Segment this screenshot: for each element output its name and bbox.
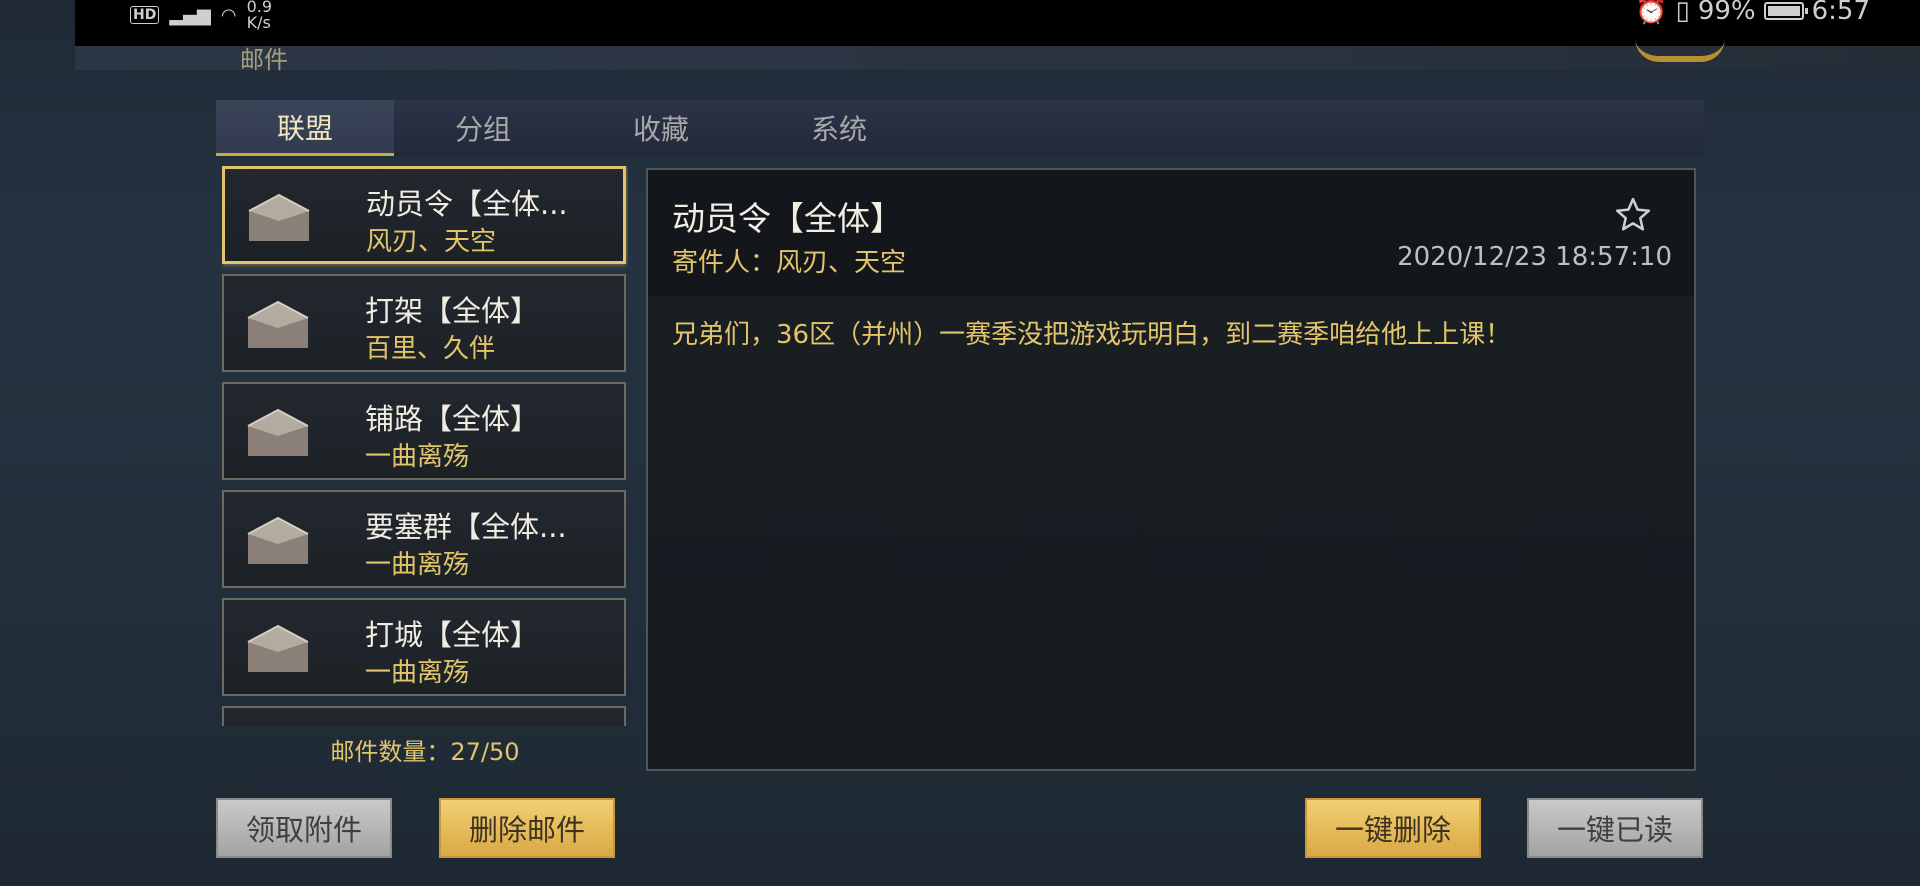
mail-sender: 风刃、天空 <box>366 227 497 257</box>
tab-system[interactable]: 系统 <box>750 100 928 156</box>
mail-title: 动员令【全体... <box>366 187 568 221</box>
claim-attachments-button[interactable]: 领取附件 <box>216 798 392 858</box>
battery-icon <box>1763 2 1808 20</box>
envelope-open-icon <box>248 193 310 241</box>
mail-list-item[interactable]: 打架【全体】 百里、久伴 <box>222 274 626 372</box>
mail-list[interactable]: 动员令【全体... 风刃、天空 打架【全体】 百里、久伴 铺路【全体】 一曲离殇… <box>222 166 628 726</box>
mail-title: 打架【全体】 <box>365 294 540 328</box>
mail-detail-body: 兄弟们，36区（并州）一赛季没把游戏玩明白，到二赛季咱给他上上课！ <box>672 320 1512 350</box>
mail-tab-bar: 联盟 分组 收藏 系统 <box>216 100 1704 156</box>
mail-detail-panel: 动员令【全体】 寄件人：风刃、天空 2020/12/23 18:57:10 兄弟… <box>646 168 1696 771</box>
mail-list-item[interactable]: 打城【全体】 一曲离殇 <box>222 598 626 696</box>
mail-title: 铺路【全体】 <box>365 402 540 436</box>
envelope-open-icon <box>247 624 309 672</box>
mail-title: 打城【全体】 <box>365 618 540 652</box>
mail-sender: 一曲离殇 <box>365 442 470 472</box>
mail-list-item[interactable]: 铺路【全体】 一曲离殇 <box>222 382 626 480</box>
mail-count: 邮件数量：27/50 <box>330 738 520 766</box>
wifi-icon: ◠ <box>220 4 237 26</box>
read-all-button[interactable]: 一键已读 <box>1527 798 1703 858</box>
tab-group[interactable]: 分组 <box>394 100 572 156</box>
status-bar-right: ⏰ ▯ 99% 6:57 <box>1635 0 1870 26</box>
mail-sender: 一曲离殇 <box>365 550 470 580</box>
mail-title: 要塞群【全体... <box>365 510 567 544</box>
hd-indicator: HD <box>130 6 160 24</box>
alarm-icon: ⏰ <box>1635 0 1668 26</box>
mail-detail-sender: 寄件人：风刃、天空 <box>672 248 907 278</box>
delete-mail-button[interactable]: 删除邮件 <box>439 798 615 858</box>
mail-list-item-partial[interactable] <box>222 706 626 726</box>
status-bar-left: HD ▂▄▆ ◠ 0.9 K/s <box>130 0 273 32</box>
signal-icon: ▂▄▆ <box>169 4 211 26</box>
mail-detail-header: 动员令【全体】 寄件人：风刃、天空 2020/12/23 18:57:10 <box>648 170 1694 296</box>
mail-sender: 百里、久伴 <box>365 334 496 364</box>
vibrate-icon: ▯ <box>1675 0 1690 26</box>
delete-all-button[interactable]: 一键删除 <box>1305 798 1481 858</box>
envelope-open-icon <box>247 516 309 564</box>
mail-sender: 一曲离殇 <box>365 658 470 688</box>
envelope-open-icon <box>247 408 309 456</box>
envelope-open-icon <box>247 300 309 348</box>
page-title: 邮件 <box>240 46 288 74</box>
game-emblem-icon <box>1635 38 1725 62</box>
mail-list-item[interactable]: 要塞群【全体... 一曲离殇 <box>222 490 626 588</box>
tab-alliance[interactable]: 联盟 <box>216 100 394 156</box>
battery-percent: 99% <box>1697 0 1756 26</box>
network-speed: 0.9 K/s <box>246 0 273 32</box>
tab-favorites[interactable]: 收藏 <box>572 100 750 156</box>
mail-list-item[interactable]: 动员令【全体... 风刃、天空 <box>222 166 626 264</box>
mail-detail-date: 2020/12/23 18:57:10 <box>1397 242 1672 272</box>
mail-detail-title: 动员令【全体】 <box>672 199 903 238</box>
clock: 6:57 <box>1811 0 1870 26</box>
star-outline-icon[interactable] <box>1614 196 1652 234</box>
